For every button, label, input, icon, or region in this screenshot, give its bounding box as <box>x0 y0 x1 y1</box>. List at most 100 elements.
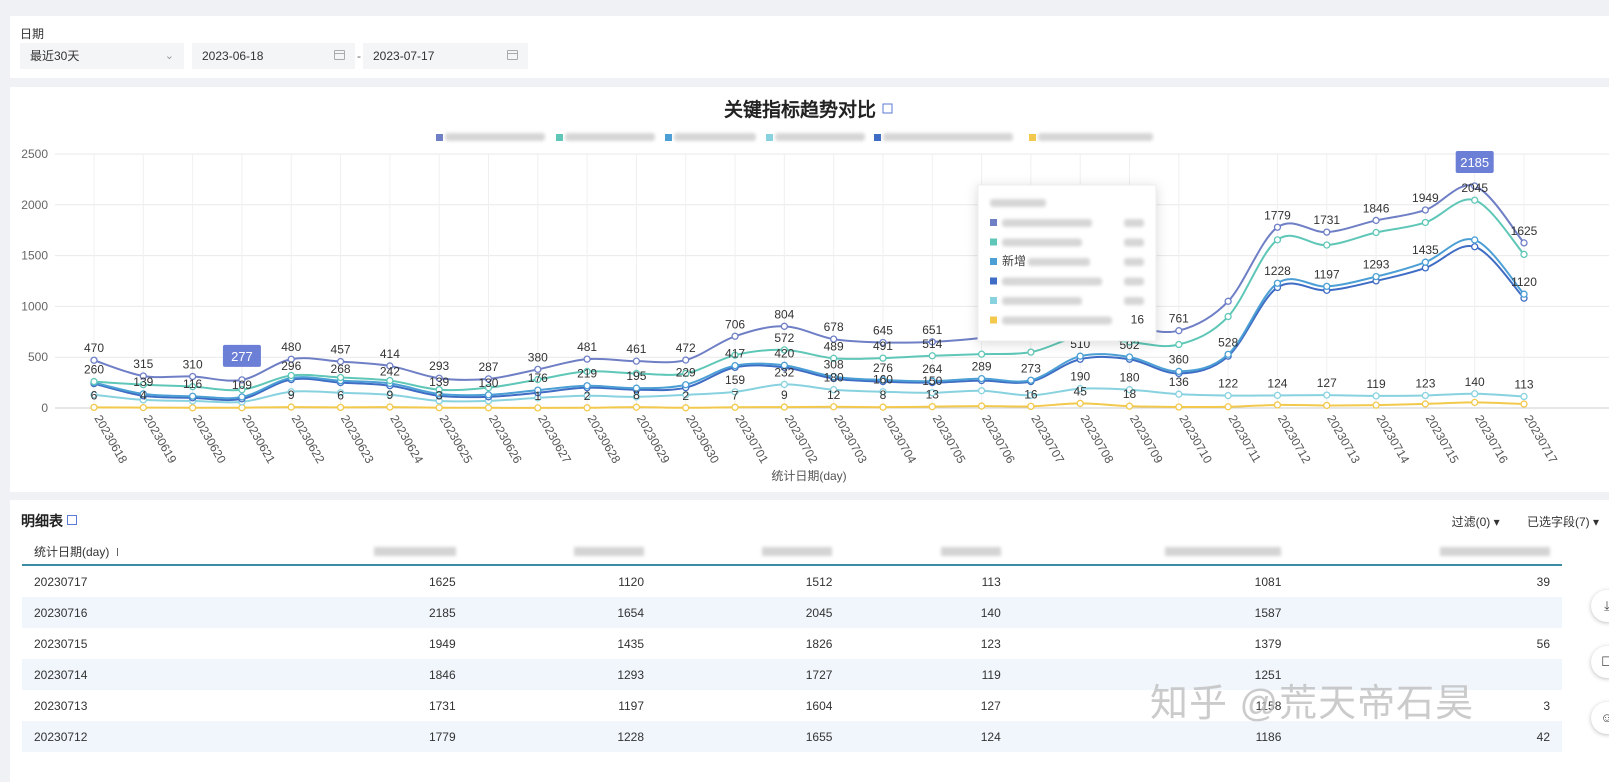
data-point <box>1224 297 1232 305</box>
column-header[interactable] <box>656 538 845 566</box>
tooltip-value-redacted <box>1124 238 1144 247</box>
data-label: 180 <box>824 371 844 385</box>
x-tick-label: 20230713 <box>1324 413 1363 467</box>
data-point <box>1421 206 1430 214</box>
filter-card: 日期 最近30天 ⌄ 2023-06-18 - 2023-07-17 <box>10 16 1609 78</box>
table-cell: 1293 <box>467 659 657 690</box>
table-cell: 56 <box>1536 636 1550 651</box>
table-cell: 39 <box>1536 574 1550 589</box>
data-label: 472 <box>676 341 696 355</box>
data-point <box>1273 401 1282 409</box>
data-point <box>632 357 641 365</box>
data-point <box>780 403 788 411</box>
data-point <box>731 403 739 411</box>
data-label: 296 <box>281 359 301 373</box>
end-date-input[interactable]: 2023-07-17 <box>363 43 528 69</box>
chart-legend[interactable] <box>436 133 1153 141</box>
data-label: 9 <box>387 388 394 402</box>
x-tick-label: 20230707 <box>1028 413 1067 467</box>
copy-icon[interactable] <box>67 515 77 525</box>
column-header-label: 统计日期(day) <box>34 544 110 559</box>
legend-swatch <box>665 134 672 141</box>
y-axis: 0 500 1000 1500 2000 2500 <box>21 147 48 415</box>
x-tick-label: 20230704 <box>880 413 919 467</box>
column-header[interactable] <box>1012 538 1294 566</box>
date-separator: - <box>357 49 361 63</box>
data-point <box>1175 403 1183 411</box>
table-cell: 119 <box>844 659 1013 690</box>
table-tools: 过滤(0) ▾ 已选字段(7) ▾ <box>1428 513 1599 530</box>
data-label: 109 <box>232 378 252 392</box>
feedback-icon[interactable]: ☺ <box>1591 702 1609 734</box>
tooltip-swatch <box>990 219 997 226</box>
y-tick-label: 0 <box>41 401 48 415</box>
date-range-select[interactable]: 最近30天 ⌄ <box>20 43 184 69</box>
legend-swatch <box>436 134 443 141</box>
data-point <box>928 352 936 360</box>
data-label: 1293 <box>1363 258 1390 272</box>
start-date-value: 2023-06-18 <box>202 49 264 63</box>
redacted-text <box>762 547 833 557</box>
chart-tooltip: 新增 16 <box>977 184 1157 342</box>
table-cell: 1655 <box>656 721 845 752</box>
column-header[interactable] <box>255 538 468 566</box>
sort-icon[interactable] <box>117 547 126 556</box>
start-date-input[interactable]: 2023-06-18 <box>192 43 355 69</box>
data-point <box>1323 282 1331 291</box>
legend-label-redacted <box>674 133 756 141</box>
comment-icon[interactable]: ☐ <box>1591 646 1609 678</box>
column-header[interactable] <box>844 538 1013 566</box>
data-point <box>977 402 986 410</box>
y-tick-label: 2500 <box>21 147 48 161</box>
data-label: 195 <box>626 369 646 383</box>
table-cell: 20230717 <box>34 574 88 589</box>
column-header[interactable] <box>467 538 657 566</box>
legend-swatch <box>1029 134 1036 141</box>
tooltip-swatch <box>990 258 997 265</box>
x-tick-label: 20230626 <box>486 413 525 467</box>
table-cell: 1379 <box>1254 636 1282 651</box>
data-point <box>583 404 591 412</box>
column-header-date[interactable]: 统计日期(day) <box>22 538 256 566</box>
trend-chart[interactable]: 关键指标趋势对比 05001000150020002500 20230618 20… <box>10 87 1609 492</box>
data-label: 18 <box>1123 387 1137 401</box>
data-point <box>90 377 98 386</box>
table-row[interactable]: 20230716 2185 1654 2045 140 1587 <box>22 597 1562 628</box>
x-tick-label: 20230628 <box>585 413 624 467</box>
data-point <box>1421 400 1430 408</box>
filter-button[interactable]: 过滤(0) ▾ <box>1440 515 1500 529</box>
tooltip-swatch <box>990 238 997 246</box>
x-tick-label: 20230712 <box>1275 413 1314 467</box>
data-point <box>1175 390 1183 398</box>
data-label: 678 <box>824 320 844 334</box>
data-label: 273 <box>1021 361 1041 375</box>
copy-icon[interactable] <box>882 103 893 114</box>
filter-label: 过滤(0) <box>1451 515 1491 529</box>
data-point <box>287 403 295 411</box>
chart-title: 关键指标趋势对比 <box>724 98 876 121</box>
table-cell: 20230712 <box>22 721 256 752</box>
x-tick-label: 20230627 <box>535 413 574 467</box>
table-row[interactable]: 20230715 1949 1435 1826 123 1379 56 <box>22 628 1562 659</box>
data-label: 9 <box>781 388 788 402</box>
download-icon[interactable]: ⤓ <box>1591 590 1609 622</box>
table-cell: 123 <box>980 636 1001 651</box>
table-cell: 124 <box>844 721 1013 752</box>
column-header[interactable] <box>1293 538 1562 566</box>
data-point <box>1520 392 1528 401</box>
table-row[interactable]: 20230717 1625 1120 1512 113 1081 39 <box>22 565 1562 597</box>
chart-data-labels: 470315 310480 457 414293 287380481 461 4727068… <box>84 151 1538 403</box>
data-point <box>1125 402 1134 410</box>
data-label: 124 <box>1267 376 1287 390</box>
x-tick-label: 20230622 <box>289 413 328 467</box>
table-cell: 1512 <box>805 574 833 589</box>
fields-button[interactable]: 已选字段(7) ▾ <box>1515 515 1599 529</box>
data-point <box>1323 401 1331 410</box>
data-label: 1228 <box>1264 264 1291 278</box>
data-point <box>1076 399 1084 408</box>
legend-swatch <box>766 134 773 141</box>
data-point <box>386 376 394 385</box>
date-range-value: 最近30天 <box>30 49 80 63</box>
x-axis: 20230618 20230619 20230620 20230621 20230622… <box>91 413 1560 467</box>
data-point <box>1372 228 1380 237</box>
